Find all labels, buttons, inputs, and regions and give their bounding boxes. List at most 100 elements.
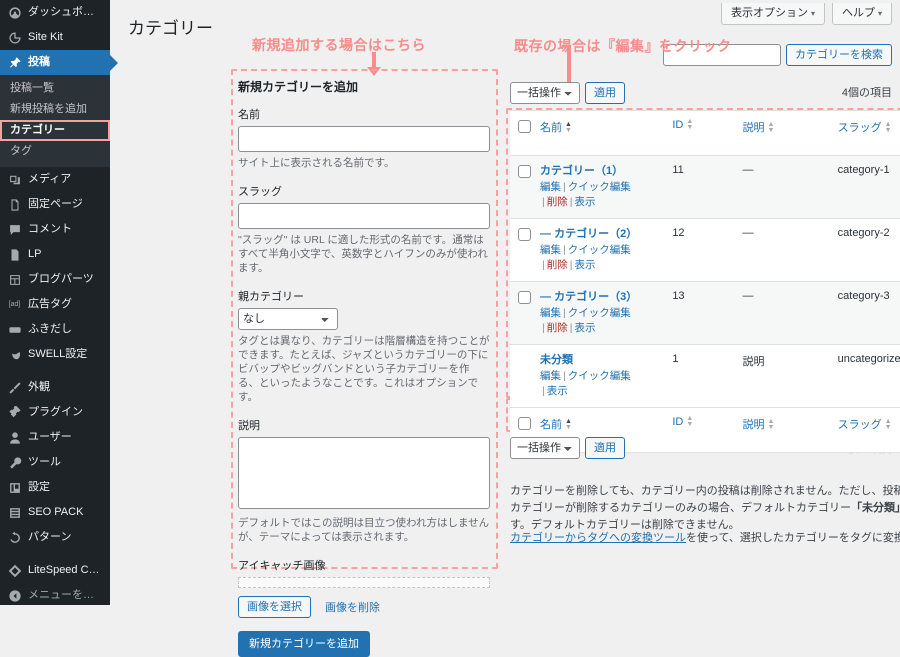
collapse-icon [7,588,22,603]
items-count-top: 4個の項目 [841,87,892,99]
sidebar-item-users[interactable]: ユーザー [0,425,110,450]
sidebar-item-litespeed-cache[interactable]: LiteSpeed Cache [0,558,110,583]
sidebar-item-blog-parts[interactable]: ブログパーツ [0,267,110,292]
apply-bulk-action-button-top[interactable]: 適用 [585,82,625,104]
sidebar-item-site-kit[interactable]: Site Kit [0,25,110,50]
category-name-link[interactable]: — カテゴリー（3） [540,290,664,305]
view-link[interactable]: 表示 [575,322,596,334]
row-actions: 編集 | クイック編集 | 削除 | 表示 [540,307,631,335]
category-to-tag-converter-link[interactable]: カテゴリーからタグへの変換ツール [510,532,686,544]
delete-link[interactable]: 削除 [547,322,568,334]
search-categories-button[interactable]: カテゴリーを検索 [786,44,892,66]
sidebar-item-plugins[interactable]: プラグイン [0,400,110,425]
help-button[interactable]: ヘルプ ▾ [831,3,892,25]
sidebar-item-patterns[interactable]: パターン [0,525,110,550]
sidebar-item-comments[interactable]: コメント [0,217,110,242]
submenu-item-add-new-post[interactable]: 新規投稿を追加 [0,99,110,120]
column-label: スラッグ [837,122,882,134]
bulk-action-select-top[interactable]: 一括操作 [510,82,580,104]
apply-bulk-action-button-bottom[interactable]: 適用 [585,437,625,459]
row-name-cell: — カテゴリー（2） 編集 | クイック編集 | 削除 | 表示 [536,218,669,283]
parent-category-select[interactable]: なし [238,308,338,330]
page-icon [7,247,22,262]
pages-icon [7,197,22,212]
parent-category-label: 親カテゴリー [238,291,304,303]
parent-category-help-text: タグとは異なり、カテゴリーは階層構造を持つことができます。たとえば、ジャズという… [238,335,490,403]
annotation-arrow-left [372,52,376,69]
view-link[interactable]: 表示 [575,196,596,208]
sidebar-item-posts[interactable]: 投稿 [0,50,110,75]
edit-link[interactable]: 編集 [540,181,561,193]
column-header-description[interactable]: 説明 ▲ ▼ [738,110,834,157]
category-name-link[interactable]: カテゴリー（1） [540,164,664,179]
select-image-button[interactable]: 画像を選択 [238,596,311,618]
sidebar-item-lp[interactable]: LP [0,242,110,267]
sort-indicator: ▲ ▼ [565,418,572,432]
column-header-id[interactable]: ID ▲ ▼ [668,110,739,157]
category-name-link[interactable]: 未分類 [540,353,664,368]
submenu-item-tags[interactable]: タグ [0,141,110,162]
select-all-checkbox-top[interactable] [518,120,531,133]
select-all-header [510,110,537,157]
table-row: カテゴリー（1） 編集 | クイック編集 | 削除 | 表示 11 — category-1… [510,155,900,220]
page-title: カテゴリー [128,19,213,39]
description-textarea[interactable] [238,437,490,509]
remove-image-link[interactable]: 画像を削除 [325,599,380,615]
bulk-action-select-bottom[interactable]: 一括操作 [510,437,580,459]
sidebar-item-ad-tag[interactable]: [ad] 広告タグ [0,292,110,317]
sidebar-item-pages[interactable]: 固定ページ [0,192,110,217]
sidebar-item-settings[interactable]: 設定 [0,475,110,500]
sidebar-item-label: Site Kit [28,31,63,43]
row-checkbox[interactable] [518,228,531,242]
sidebar-item-balloon[interactable]: ふきだし [0,317,110,342]
row-id-cell: 12 [668,218,739,283]
slug-input[interactable] [238,203,490,229]
column-footer-slug[interactable]: スラッグ ▲ ▼ [833,407,900,453]
sidebar-item-collapse-menu[interactable]: メニューを閉じる [0,583,110,608]
sidebar-item-dashboard[interactable]: ダッシュボード [0,0,110,25]
add-new-category-submit[interactable]: 新規カテゴリーを追加 [238,631,370,657]
name-label: 名前 [238,109,260,121]
blocks-icon [7,272,22,287]
sort-indicator: ▲ ▼ [565,121,572,135]
sidebar-item-swell-settings[interactable]: SWELL設定 [0,342,110,367]
delete-link[interactable]: 削除 [547,259,568,271]
select-all-checkbox-bottom[interactable] [518,417,531,431]
screen-options-button[interactable]: 表示オプション ▾ [720,3,825,25]
submenu-item-all-posts[interactable]: 投稿一覧 [0,78,110,99]
delete-link[interactable]: 削除 [547,196,568,208]
column-footer-description[interactable]: 説明 ▲ ▼ [738,407,834,453]
sidebar-item-appearance[interactable]: 外観 [0,375,110,400]
posts-submenu: 投稿一覧 新規投稿を追加 カテゴリー タグ [0,75,110,167]
row-checkbox[interactable] [518,165,531,179]
quick-edit-link[interactable]: クイック編集 [568,370,631,382]
description-label: 説明 [238,420,260,432]
view-link[interactable]: 表示 [547,385,568,397]
field-name: 名前 サイト上に表示される名前です。 [238,106,490,170]
column-label: 説明 [742,122,765,134]
view-link[interactable]: 表示 [575,259,596,271]
form-title: 新規カテゴリーを追加 [238,80,359,94]
row-checkbox-cell [510,281,537,346]
sidebar-item-tools[interactable]: ツール [0,450,110,475]
quick-edit-link[interactable]: クイック編集 [568,244,631,256]
table-header-row: 名前▲▼ ID▲▼ 説明▲▼ スラッグ▲▼ カウント▲▼ [510,110,900,157]
quick-edit-link[interactable]: クイック編集 [568,307,631,319]
featured-image-dropzone[interactable] [238,577,490,588]
column-footer-id[interactable]: ID ▲ ▼ [668,407,739,453]
column-header-name[interactable]: 名前 ▲ ▼ [536,110,669,157]
sidebar-item-seo-pack[interactable]: SEO PACK [0,500,110,525]
column-label: 説明 [742,419,765,432]
name-input[interactable] [238,126,490,152]
sort-indicator: ▲ ▼ [884,121,892,135]
edit-link[interactable]: 編集 [540,307,561,319]
row-slug-cell: category-1 [833,155,900,220]
edit-link[interactable]: 編集 [540,370,561,382]
sidebar-item-media[interactable]: メディア [0,167,110,192]
submenu-item-categories[interactable]: カテゴリー [0,120,110,141]
column-header-slug[interactable]: スラッグ ▲ ▼ [833,110,900,157]
quick-edit-link[interactable]: クイック編集 [568,181,631,193]
edit-link[interactable]: 編集 [540,244,561,256]
category-name-link[interactable]: — カテゴリー（2） [540,227,664,242]
row-checkbox[interactable] [518,291,531,305]
